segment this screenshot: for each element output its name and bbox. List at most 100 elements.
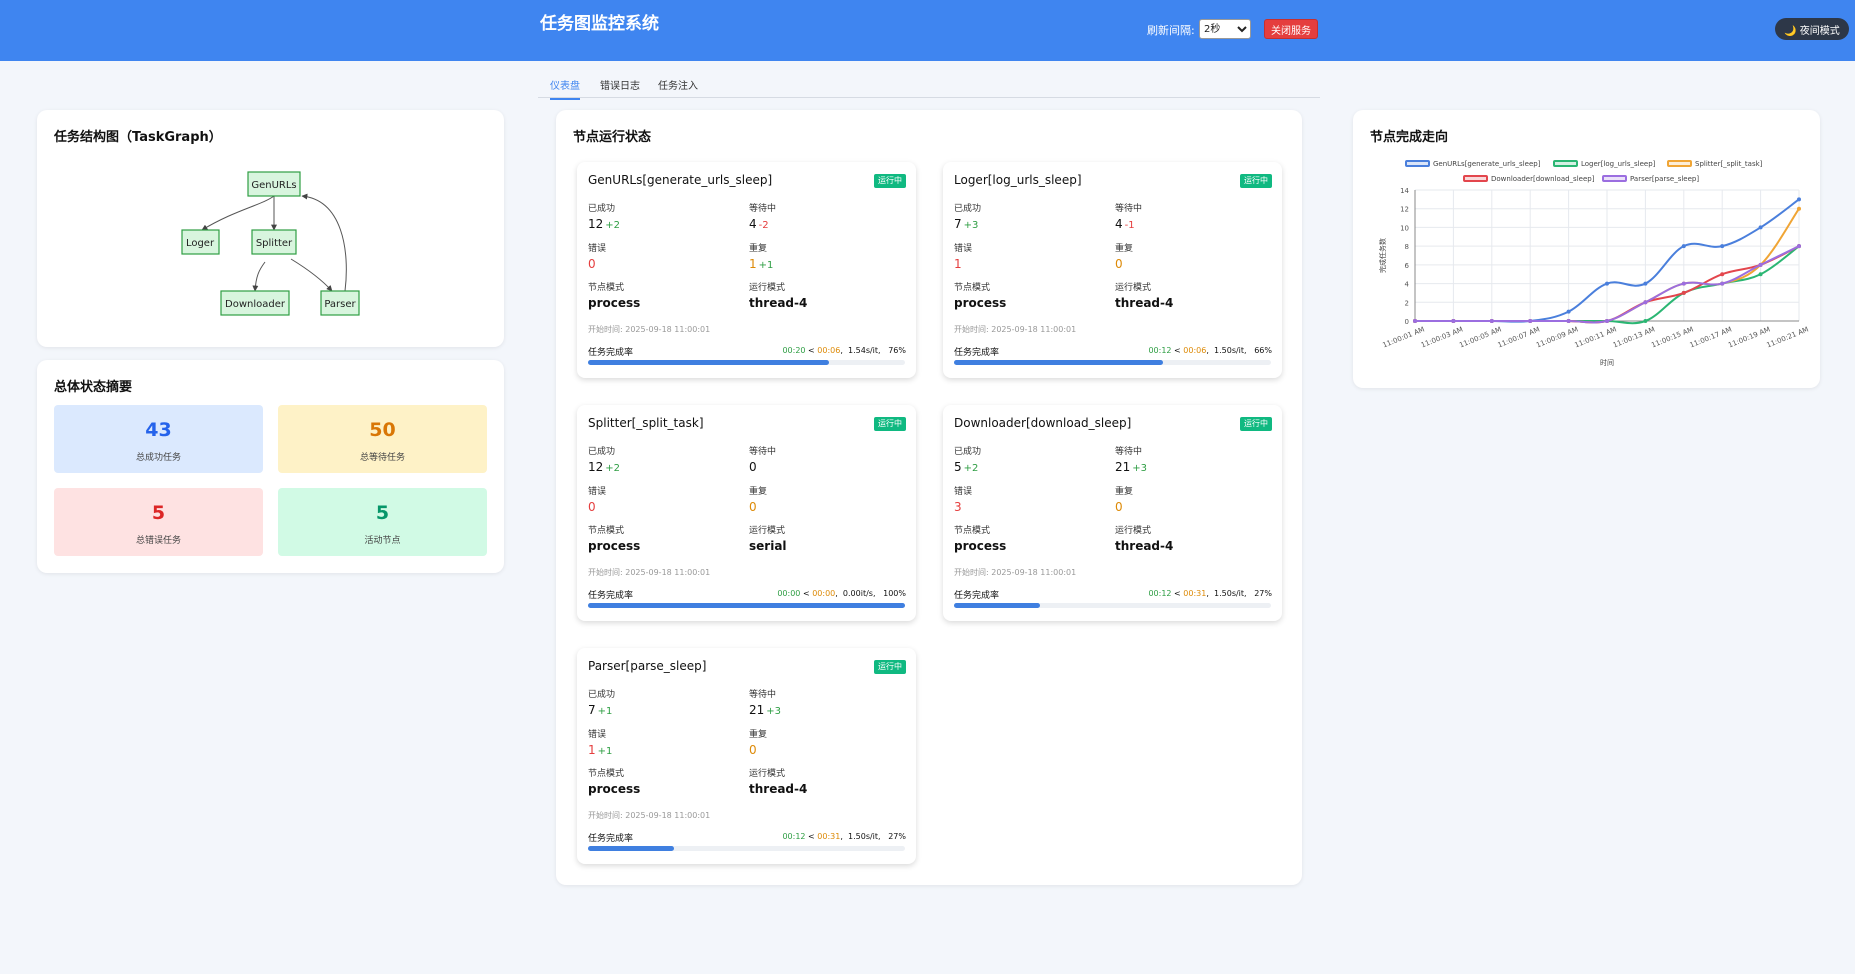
pending-value: 0 bbox=[749, 460, 757, 474]
data-point bbox=[1605, 319, 1609, 323]
data-point bbox=[1643, 319, 1648, 323]
data-point bbox=[1720, 272, 1725, 277]
retry-label: 重复 bbox=[749, 487, 768, 497]
node-mode-value: process bbox=[588, 296, 641, 310]
data-point bbox=[1797, 244, 1801, 249]
node-card-splitter[interactable]: Splitter[_split_task] 运行中 已成功 等待中 12 +2 0 错误 重复 0… bbox=[577, 405, 916, 621]
node-mode-label: 节点模式 bbox=[954, 526, 991, 536]
graph-node-label: GenURLs bbox=[251, 180, 296, 191]
retry-value: 0 bbox=[749, 500, 757, 514]
y-axis-label: 完成任务数 bbox=[1378, 238, 1387, 273]
node-status-panel: 节点运行状态 GenURLs[generate_urls_sleep] 运行中 已成… bbox=[556, 110, 1302, 885]
progress-info: 00:12 < 00:31, 1.50s/it, 27% bbox=[1148, 589, 1272, 598]
progress-label: 任务完成率 bbox=[954, 348, 1000, 358]
data-point bbox=[1797, 197, 1801, 202]
pending-label: 等待中 bbox=[749, 447, 777, 457]
y-tick-label: 12 bbox=[1400, 206, 1409, 214]
success-value: 5 +2 bbox=[954, 460, 979, 474]
data-point bbox=[1489, 319, 1494, 323]
y-tick-label: 14 bbox=[1400, 187, 1409, 195]
stop-service-button[interactable]: 关闭服务 bbox=[1264, 19, 1318, 39]
error-value: 3 bbox=[954, 500, 962, 514]
graph-node-genurls[interactable]: GenURLs bbox=[247, 171, 301, 197]
node-name: Parser[parse_sleep] bbox=[588, 659, 707, 673]
x-tick-label: 11:00:19 AM bbox=[1727, 325, 1771, 349]
stat-total-error: 5 总错误任务 bbox=[54, 488, 263, 556]
x-tick-label: 11:00:13 AM bbox=[1612, 325, 1656, 349]
node-name: Downloader[download_sleep] bbox=[954, 416, 1132, 430]
edge-splitter-downloader bbox=[252, 261, 266, 292]
y-tick-label: 4 bbox=[1405, 281, 1410, 289]
start-time: 开始时间: 2025-09-18 11:00:01 bbox=[588, 325, 711, 334]
progress-bar bbox=[588, 846, 905, 851]
progress-label: 任务完成率 bbox=[588, 591, 634, 601]
tab-dashboard[interactable]: 仪表盘 bbox=[550, 77, 580, 100]
success-label: 已成功 bbox=[954, 204, 982, 214]
graph-node-parser[interactable]: Parser bbox=[320, 290, 360, 316]
graph-node-splitter[interactable]: Splitter bbox=[251, 229, 297, 255]
tab-error-log[interactable]: 错误日志 bbox=[600, 77, 640, 98]
start-time: 开始时间: 2025-09-18 11:00:01 bbox=[588, 568, 711, 577]
edge-splitter-parser bbox=[290, 258, 333, 292]
node-mode-label: 节点模式 bbox=[954, 283, 991, 293]
error-value: 0 bbox=[588, 257, 596, 271]
run-mode-value: thread-4 bbox=[1115, 296, 1174, 310]
run-mode-value: thread-4 bbox=[749, 782, 808, 796]
stat-value: 5 bbox=[151, 502, 166, 524]
status-badge: 运行中 bbox=[874, 660, 906, 674]
error-label: 错误 bbox=[954, 487, 973, 497]
x-tick-label: 11:00:11 AM bbox=[1573, 325, 1617, 349]
error-label: 错误 bbox=[954, 244, 973, 254]
data-point bbox=[1643, 281, 1648, 286]
run-mode-label: 运行模式 bbox=[1115, 526, 1152, 536]
task-graph-diagram: GenURLs Loger Splitter Downloader Parser bbox=[181, 171, 360, 316]
data-point bbox=[1681, 281, 1686, 286]
app-title: 任务图监控系统 bbox=[540, 14, 659, 34]
refresh-interval-select[interactable]: 2秒 bbox=[1199, 19, 1251, 39]
data-point bbox=[1681, 244, 1686, 249]
stat-label: 活动节点 bbox=[364, 536, 401, 546]
pending-value: 21 +3 bbox=[749, 703, 782, 717]
node-card-loger[interactable]: Loger[log_urls_sleep] 运行中 已成功 等待中 7 +3 4 -1 错误 重复… bbox=[943, 162, 1282, 378]
y-tick-label: 0 bbox=[1405, 318, 1409, 326]
status-badge: 运行中 bbox=[874, 174, 906, 188]
data-point bbox=[1758, 262, 1763, 267]
progress-info: 00:12 < 00:06, 1.50s/it, 66% bbox=[1148, 346, 1272, 355]
graph-node-label: Splitter bbox=[256, 238, 293, 249]
progress-label: 任务完成率 bbox=[588, 348, 634, 358]
retry-value: 1 +1 bbox=[749, 257, 774, 271]
node-card-parser[interactable]: Parser[parse_sleep] 运行中 已成功 等待中 7 +1 21 +3 错误 重复 1… bbox=[577, 648, 916, 864]
data-point bbox=[1605, 281, 1609, 286]
graph-node-loger[interactable]: Loger bbox=[181, 229, 220, 255]
retry-value: 0 bbox=[749, 743, 757, 757]
header-bar: 任务图监控系统 刷新间隔: 2秒 关闭服务 🌙 夜间模式 bbox=[0, 0, 1855, 61]
tab-task-inject[interactable]: 任务注入 bbox=[658, 77, 698, 98]
node-mode-value: process bbox=[954, 539, 1007, 553]
x-tick-label: 11:00:21 AM bbox=[1765, 325, 1809, 349]
run-mode-value: thread-4 bbox=[1115, 539, 1174, 553]
pending-label: 等待中 bbox=[749, 690, 777, 700]
data-point bbox=[1528, 319, 1533, 323]
stat-total-pending: 50 总等待任务 bbox=[278, 405, 487, 473]
x-tick-label: 11:00:03 AM bbox=[1420, 325, 1464, 349]
node-name: Splitter[_split_task] bbox=[588, 416, 704, 430]
y-tick-label: 6 bbox=[1405, 262, 1410, 270]
data-point bbox=[1758, 272, 1763, 277]
node-mode-value: process bbox=[588, 782, 641, 796]
node-card-genurls[interactable]: GenURLs[generate_urls_sleep] 运行中 已成功 等待中 12 +… bbox=[577, 162, 916, 378]
node-name: GenURLs[generate_urls_sleep] bbox=[588, 173, 773, 187]
pending-label: 等待中 bbox=[1115, 204, 1143, 214]
y-tick-label: 10 bbox=[1400, 224, 1409, 232]
success-label: 已成功 bbox=[954, 447, 982, 457]
error-value: 1 +1 bbox=[588, 743, 613, 757]
stat-label: 总成功任务 bbox=[135, 453, 181, 463]
graph-node-downloader[interactable]: Downloader bbox=[220, 290, 290, 316]
node-card-downloader[interactable]: Downloader[download_sleep] 运行中 已成功 等待中 5 +2 21… bbox=[943, 405, 1282, 621]
night-mode-button[interactable]: 🌙 夜间模式 bbox=[1775, 18, 1849, 40]
summary-title: 总体状态摘要 bbox=[54, 380, 133, 395]
node-mode-label: 节点模式 bbox=[588, 283, 625, 293]
node-mode-value: process bbox=[588, 539, 641, 553]
data-point bbox=[1643, 300, 1648, 305]
success-label: 已成功 bbox=[588, 204, 616, 214]
run-mode-value: thread-4 bbox=[749, 296, 808, 310]
